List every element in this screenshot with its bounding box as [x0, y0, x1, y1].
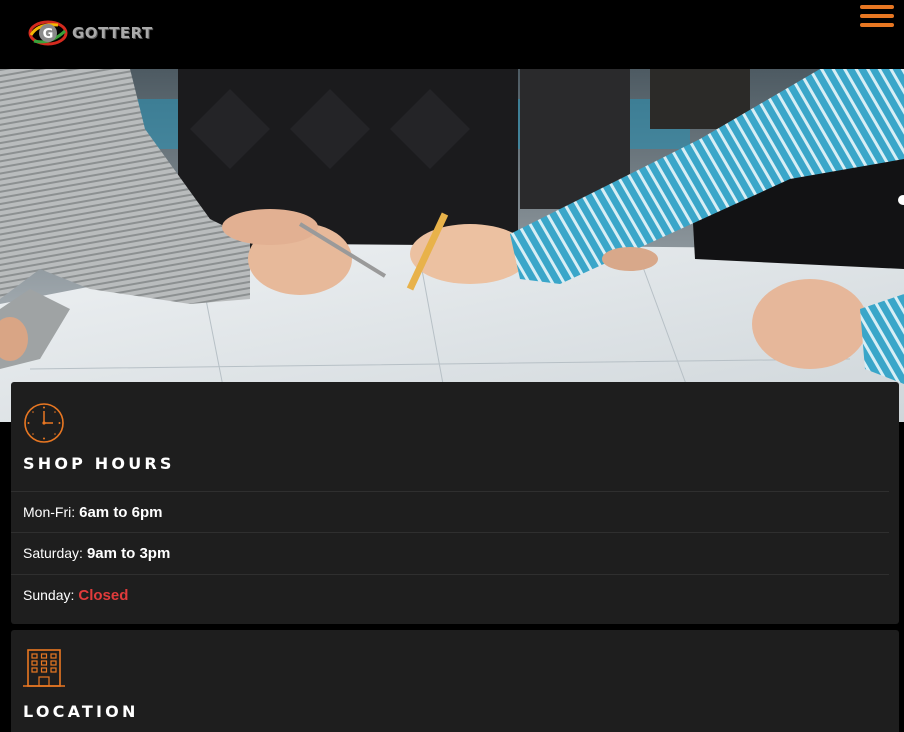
carousel-dot[interactable] [898, 195, 904, 205]
logo-mark-icon: G [28, 20, 68, 46]
shop-hours-card: SHOP HOURS Mon-Fri: 6am to 6pm Saturday:… [11, 382, 899, 624]
hero-image [0, 69, 904, 422]
menu-bar [860, 5, 894, 9]
location-card: LOCATION [11, 630, 899, 732]
site-logo[interactable]: G GOTTERT [28, 18, 153, 48]
clock-icon [24, 403, 64, 443]
shop-hours-title: SHOP HOURS [23, 454, 175, 473]
hours-row-saturday: Saturday: 9am to 3pm [11, 532, 889, 573]
hours-day: Mon-Fri: [23, 504, 76, 520]
page: G GOTTERT SHOP HOURS Mon-Fri: 6am to 6pm… [0, 0, 904, 732]
hours-row-weekdays: Mon-Fri: 6am to 6pm [11, 491, 889, 532]
hours-time: 6am to 6pm [79, 503, 163, 521]
hero-photo [0, 69, 904, 422]
menu-bar [860, 23, 894, 27]
menu-bar [860, 14, 894, 18]
building-icon [23, 649, 65, 687]
hours-day: Saturday: [23, 545, 83, 561]
hamburger-menu-button[interactable] [860, 5, 894, 29]
location-title: LOCATION [23, 702, 139, 721]
logo-letter: G [43, 27, 54, 42]
logo-text: GOTTERT [72, 24, 153, 42]
hours-day: Sunday: [23, 587, 75, 603]
hours-closed-status: Closed [78, 586, 129, 604]
hours-time: 9am to 3pm [86, 544, 171, 562]
site-header: G GOTTERT [0, 0, 904, 69]
hours-row-sunday: Sunday: Closed [11, 574, 889, 615]
